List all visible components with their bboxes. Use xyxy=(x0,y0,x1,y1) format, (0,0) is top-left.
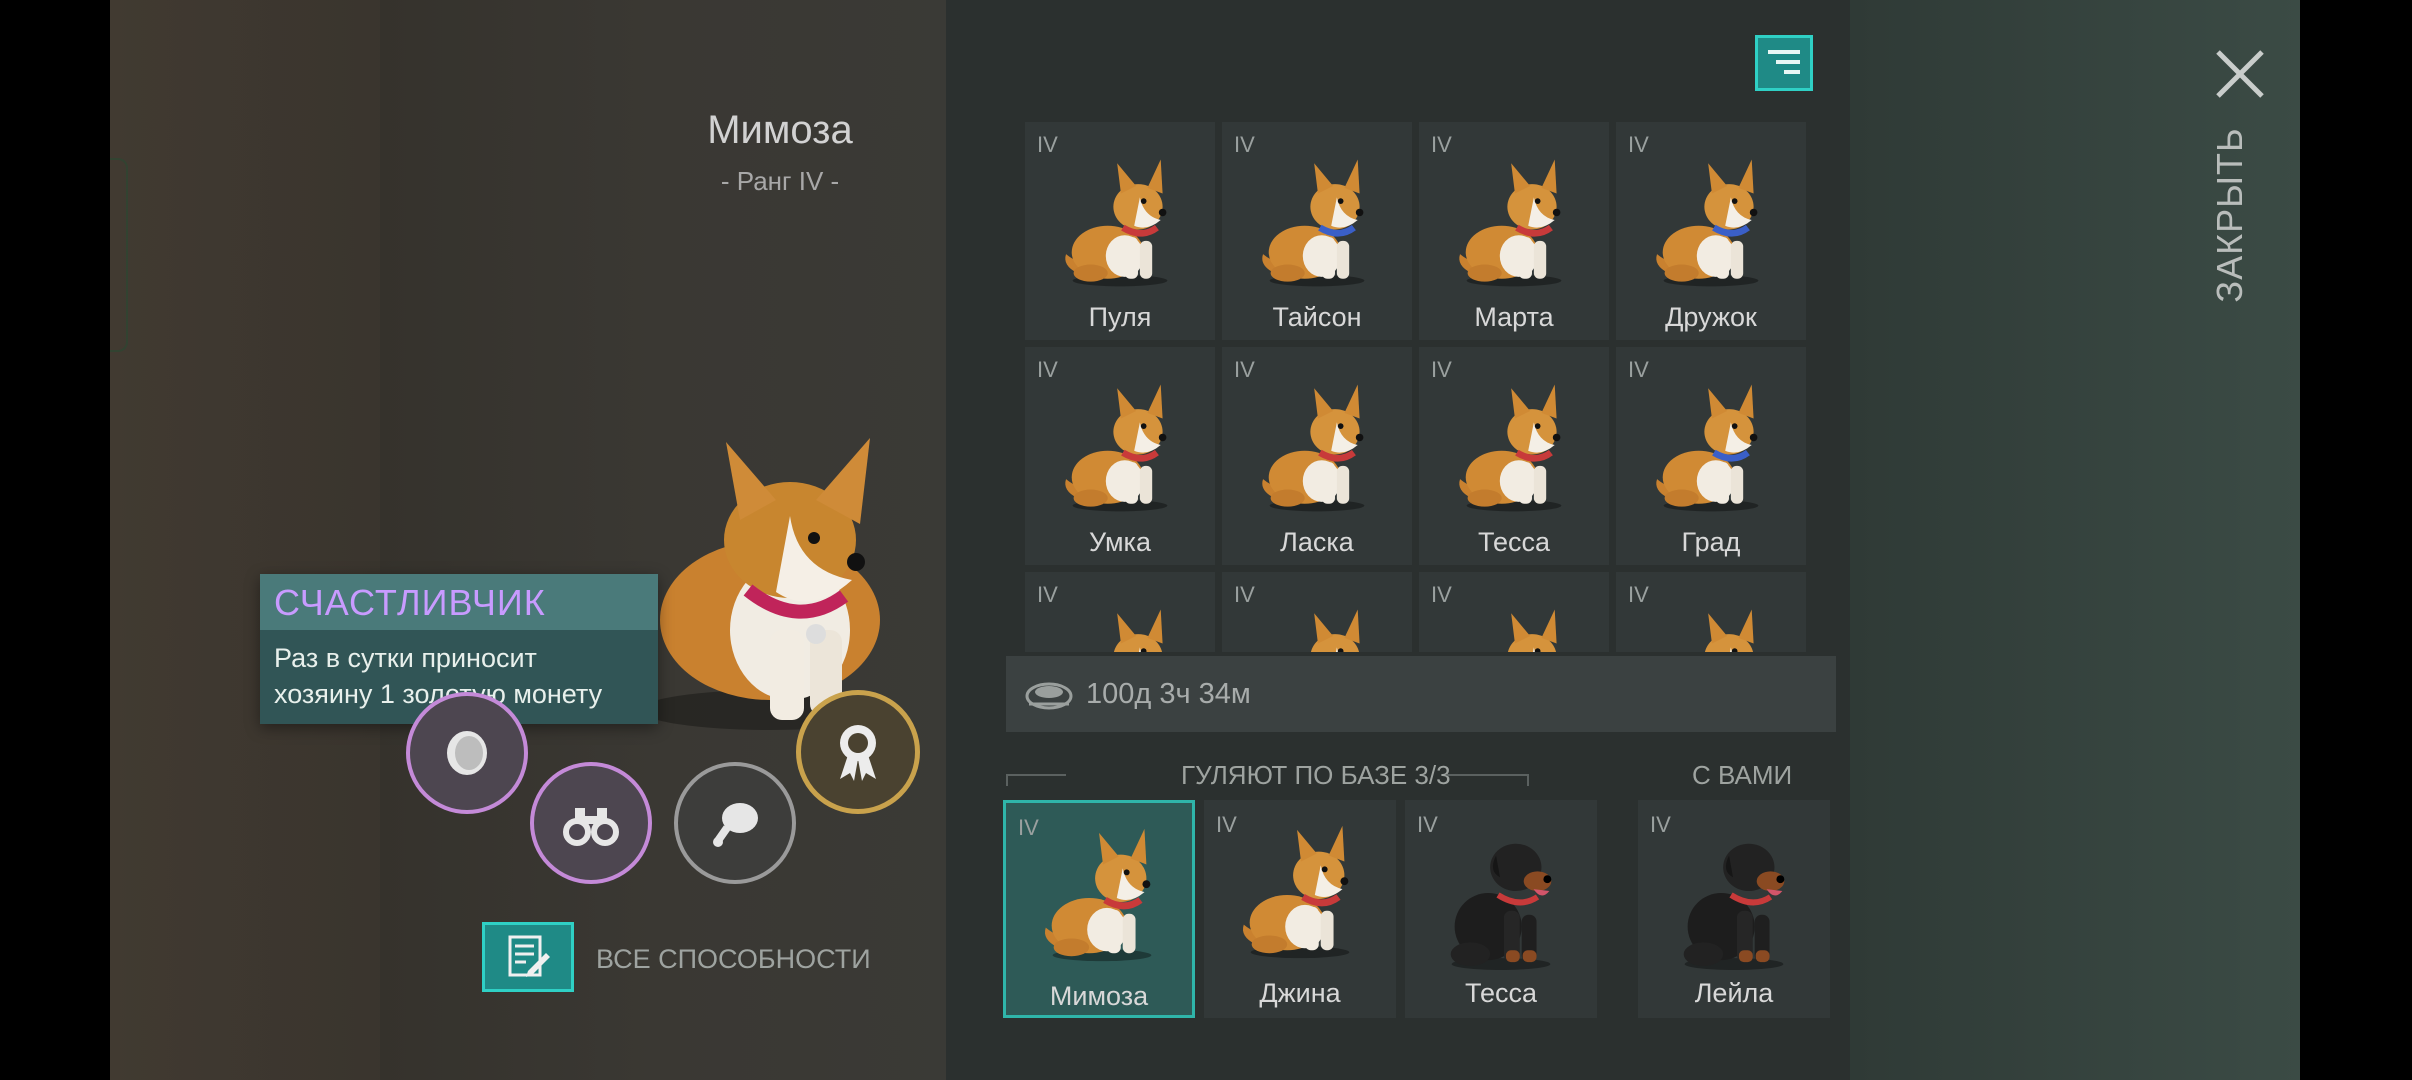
pet-collection-grid[interactable]: IV Пуля IV Тайсон IV Марта IV Дружок IV Умка IV Лас… xyxy=(1025,122,1817,652)
pet-name-label: Умка xyxy=(1089,527,1151,557)
pet-name-label: Ласка xyxy=(1280,527,1354,557)
section-divider-line xyxy=(1006,774,1066,776)
binoculars-icon xyxy=(563,808,619,846)
all-abilities-label[interactable]: ВСЕ СПОСОБНОСТИ xyxy=(596,944,871,975)
corgi-portrait xyxy=(1640,146,1782,296)
with-you-section-label: С ВАМИ xyxy=(1692,760,1793,790)
meat-icon xyxy=(713,803,758,847)
all-abilities-button[interactable] xyxy=(482,922,574,992)
close-icon[interactable] xyxy=(2210,44,2270,104)
ability-binoculars-button[interactable] xyxy=(530,762,652,884)
active-pet-card[interactable]: IV Мимоза xyxy=(1003,800,1195,1018)
pet-card[interactable]: IV Тесса xyxy=(1419,347,1609,565)
active-pet-card[interactable]: IV Тесса xyxy=(1405,800,1597,1018)
pet-name-label: Марта xyxy=(1474,302,1554,332)
pet-name-label: Пуля xyxy=(1088,302,1152,332)
pet-name-label: Лейла xyxy=(1694,978,1774,1008)
corgi-portrait xyxy=(1443,371,1585,521)
background-band-left xyxy=(110,0,380,1080)
pet-card[interactable]: IV Марта xyxy=(1419,122,1609,340)
section-divider-tick xyxy=(1527,774,1529,786)
notes-edit-icon xyxy=(508,935,550,977)
corgi-portrait xyxy=(1640,596,1782,652)
pet-name-label: Тесса xyxy=(1464,978,1537,1008)
corgi-portrait xyxy=(1226,814,1374,976)
pet-card[interactable]: IV xyxy=(1616,572,1806,652)
filter-button[interactable] xyxy=(1755,35,1813,91)
pet-name: Мимоза xyxy=(707,108,853,152)
section-divider-line xyxy=(1447,774,1527,776)
corgi-portrait xyxy=(1246,371,1388,521)
ability-meat-button[interactable] xyxy=(674,762,796,884)
ability-coin-button[interactable] xyxy=(406,692,528,814)
rottweiler-portrait xyxy=(1427,814,1575,976)
pet-card[interactable]: IV Дружок xyxy=(1616,122,1806,340)
timer-text: 100д 3ч 34м xyxy=(1086,678,1251,710)
pet-name-label: Джина xyxy=(1259,978,1341,1008)
corgi-portrait xyxy=(1049,371,1191,521)
pet-card[interactable]: IV Тайсон xyxy=(1222,122,1412,340)
corgi-portrait xyxy=(1443,596,1585,652)
pet-name-label: Тайсон xyxy=(1272,302,1362,332)
pet-card[interactable]: IV xyxy=(1222,572,1412,652)
pet-card[interactable]: IV xyxy=(1025,572,1215,652)
coin-icon xyxy=(447,731,487,775)
close-label: ЗАКРЫТЬ xyxy=(2209,127,2250,303)
pet-card[interactable]: IV xyxy=(1419,572,1609,652)
food-bowl-icon xyxy=(1025,682,1073,710)
medal-icon xyxy=(840,725,876,781)
pet-card[interactable]: IV Ласка xyxy=(1222,347,1412,565)
close-button[interactable]: ЗАКРЫТЬ xyxy=(2200,127,2260,303)
rottweiler-portrait xyxy=(1660,814,1808,976)
filter-icon xyxy=(1768,50,1800,74)
pet-name-label: Мимоза xyxy=(1049,981,1149,1011)
walking-section-label: ГУЛЯЮТ ПО БАЗЕ 3/3 xyxy=(1181,760,1451,790)
tooltip-title-bar: СЧАСТЛИВЧИК xyxy=(260,574,658,630)
corgi-portrait xyxy=(1028,817,1176,979)
tooltip-line: Раз в сутки приносит xyxy=(274,643,537,673)
timer-bar: 100д 3ч 34м xyxy=(1006,656,1836,732)
pet-card[interactable]: IV Умка xyxy=(1025,347,1215,565)
pet-screen: Мимоза - Ранг IV - СЧАСТЛИВЧИК Раз в сут… xyxy=(110,0,2300,1080)
corgi-portrait xyxy=(1443,146,1585,296)
pet-name-label: Тесса xyxy=(1477,527,1550,557)
pet-card[interactable]: IV Град xyxy=(1616,347,1806,565)
corgi-portrait xyxy=(1640,371,1782,521)
active-pet-card[interactable]: IV Лейла xyxy=(1638,800,1830,1018)
pet-name-label: Дружок xyxy=(1665,302,1757,332)
corgi-portrait xyxy=(1246,596,1388,652)
corgi-portrait xyxy=(1049,596,1191,652)
active-pet-card[interactable]: IV Джина xyxy=(1204,800,1396,1018)
pet-card[interactable]: IV Пуля xyxy=(1025,122,1215,340)
tooltip-title: СЧАСТЛИВЧИК xyxy=(274,582,546,623)
pet-rank: - Ранг IV - xyxy=(720,166,840,196)
pet-name-label: Град xyxy=(1681,527,1741,557)
ability-medal-button[interactable] xyxy=(796,690,920,814)
corgi-portrait xyxy=(1246,146,1388,296)
corgi-portrait xyxy=(1049,146,1191,296)
